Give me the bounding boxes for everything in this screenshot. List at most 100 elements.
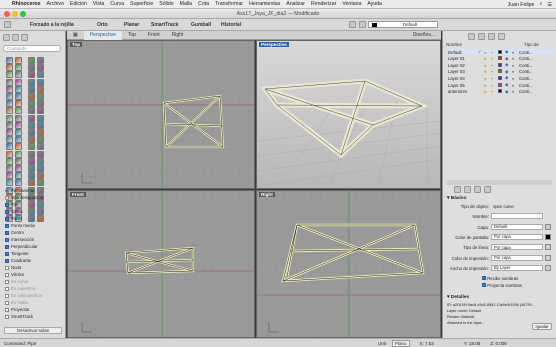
help-tab-icon[interactable] — [498, 33, 505, 40]
revolve-tool-icon[interactable] — [15, 129, 22, 136]
mirror-tool-icon[interactable] — [15, 165, 22, 172]
dimension-tool-icon[interactable] — [15, 179, 22, 187]
snap-to-grid-toggle[interactable]: Forzado a la rejilla — [30, 19, 74, 31]
pan-tool-icon[interactable] — [28, 179, 35, 187]
trim-tool-icon[interactable] — [15, 100, 22, 108]
list-icon[interactable]: ☰ — [547, 2, 552, 8]
receive-shadows-checkbox[interactable] — [482, 276, 486, 280]
move-tool-icon[interactable] — [15, 150, 22, 158]
menu-malla[interactable]: Malla — [180, 1, 192, 7]
layer-tool-icon[interactable] — [37, 165, 44, 172]
osnap-checkbox[interactable] — [5, 258, 9, 263]
measure-tool-icon[interactable] — [37, 179, 44, 187]
select-tool-icon[interactable] — [6, 57, 13, 64]
join-tool-icon[interactable] — [28, 85, 35, 93]
cone-tool-icon[interactable] — [6, 150, 13, 158]
project-tool-icon[interactable] — [37, 150, 44, 158]
osnap-checkbox[interactable] — [5, 279, 9, 284]
copy-tool-icon[interactable] — [6, 157, 13, 165]
menu-transformar[interactable]: Transformar — [215, 1, 243, 7]
layer-row[interactable]: Layer 01 ● ▪ ◆ ◐ Conti... — [448, 56, 554, 62]
split-tool-icon[interactable] — [6, 107, 13, 115]
osnap-cerca[interactable]: Cerca — [5, 209, 22, 214]
commands-tab-icon[interactable] — [12, 34, 19, 41]
property-value-field[interactable]: Por capa — [491, 254, 543, 261]
extend-tool-icon[interactable] — [37, 71, 44, 79]
visibility-icon[interactable]: ● — [484, 56, 491, 61]
point-tool-icon[interactable] — [15, 57, 22, 64]
menu-herramientas[interactable]: Herramientas — [249, 1, 280, 7]
osnap-checkbox[interactable] — [5, 265, 9, 270]
curve-tool-icon[interactable] — [6, 71, 13, 79]
layer-color-swatch[interactable] — [498, 82, 505, 88]
rotate-tool-icon[interactable] — [15, 157, 22, 165]
boolean-tool-icon[interactable] — [37, 107, 44, 115]
osnap-smarttrack[interactable]: SmartTrack — [5, 314, 33, 319]
boolean-tool-icon[interactable] — [6, 136, 13, 144]
point-tool-icon[interactable] — [28, 201, 35, 208]
material-props-icon[interactable] — [464, 186, 471, 193]
mirror-tool-icon[interactable] — [28, 143, 35, 151]
osnap-cuadrante[interactable]: Cuadrante — [5, 258, 31, 263]
osnap-checkbox[interactable] — [5, 244, 9, 249]
property-dropdown-icon[interactable] — [545, 233, 551, 240]
fillet-tool-icon[interactable] — [15, 93, 22, 100]
viewport-perspective[interactable]: Perspective — [256, 40, 441, 189]
osnap-permanente[interactable]: Permanente — [5, 188, 34, 193]
osnap-checkbox[interactable] — [5, 293, 9, 298]
sphere-tool-icon[interactable] — [6, 143, 13, 151]
material-icon[interactable]: ◆ — [505, 82, 512, 88]
property-dropdown-icon[interactable] — [545, 223, 551, 230]
visibility-icon[interactable]: ● — [484, 50, 491, 55]
visibility-icon[interactable]: ● — [484, 89, 491, 94]
osnap-tangente[interactable]: Tangente — [5, 251, 29, 256]
tab-front[interactable]: Front — [142, 31, 166, 40]
layer-color-swatch[interactable] — [498, 69, 505, 74]
split-tool-icon[interactable] — [37, 78, 44, 86]
lock-icon[interactable]: ▪ — [491, 76, 498, 81]
polygon-tool-icon[interactable] — [28, 64, 35, 72]
osnap-fin[interactable]: Fin — [5, 202, 17, 207]
group-tool-icon[interactable] — [15, 114, 22, 122]
layer-color-swatch[interactable] — [498, 56, 505, 61]
light-props-icon[interactable] — [474, 186, 481, 193]
revolve-tool-icon[interactable] — [28, 107, 35, 115]
lock-icon[interactable]: ▪ — [491, 50, 498, 55]
ellipse-tool-icon[interactable] — [28, 57, 35, 64]
trim-tool-icon[interactable] — [28, 78, 35, 86]
visibility-icon[interactable]: ● — [484, 63, 491, 68]
osnap-checkbox[interactable] — [5, 223, 9, 228]
tab-right[interactable]: Right — [166, 31, 190, 40]
layers-tab-icon[interactable] — [478, 33, 485, 40]
smarttrack-toggle[interactable]: SmartTrack — [151, 19, 178, 31]
property-value-field[interactable]: Por capa — [491, 233, 543, 240]
polyline-tool-icon[interactable] — [28, 208, 35, 216]
layer-row[interactable]: Layer 04 ● ▪ ◆ ◐ Conti... — [448, 75, 554, 81]
gumball-toggle[interactable]: Gumball — [191, 19, 211, 31]
viewport-right[interactable]: Right — [256, 190, 441, 338]
osnap-intersección[interactable]: Intersección — [5, 237, 34, 242]
command-prompt[interactable]: Command: Pipe — [4, 341, 204, 346]
menu-cota[interactable]: Cota — [198, 1, 209, 7]
planar-toggle[interactable]: Planar — [124, 19, 139, 31]
minimize-window-button[interactable] — [12, 11, 18, 17]
block-tool-icon[interactable] — [28, 165, 35, 172]
details-section-title[interactable]: ▾ Detalles — [447, 295, 469, 300]
property-dropdown-icon[interactable] — [545, 254, 551, 261]
material-icon[interactable]: ◆ — [505, 49, 512, 55]
sphere-tool-icon[interactable] — [37, 114, 44, 122]
tab-perspective[interactable]: Perspective — [83, 30, 122, 40]
layer-color-swatch[interactable] — [498, 49, 505, 55]
osnap-checkbox[interactable] — [5, 230, 9, 235]
search-icon[interactable]: ⌕ — [539, 1, 542, 8]
osnap-proyectar[interactable]: Proyectar — [5, 307, 29, 312]
property-dropdown-icon[interactable] — [545, 264, 551, 271]
layer-row[interactable]: anteriores ● ▪ ◆ ◐ Conti... — [448, 89, 554, 95]
box-tool-icon[interactable] — [28, 114, 35, 122]
hatch-tool-icon[interactable] — [37, 157, 44, 165]
menu-solido[interactable]: Sólido — [159, 1, 173, 7]
circle-tool-icon[interactable] — [15, 71, 22, 79]
explode-tool-icon[interactable] — [37, 85, 44, 93]
osnap-checkbox[interactable] — [5, 209, 9, 214]
property-dropdown-icon[interactable] — [545, 244, 551, 251]
